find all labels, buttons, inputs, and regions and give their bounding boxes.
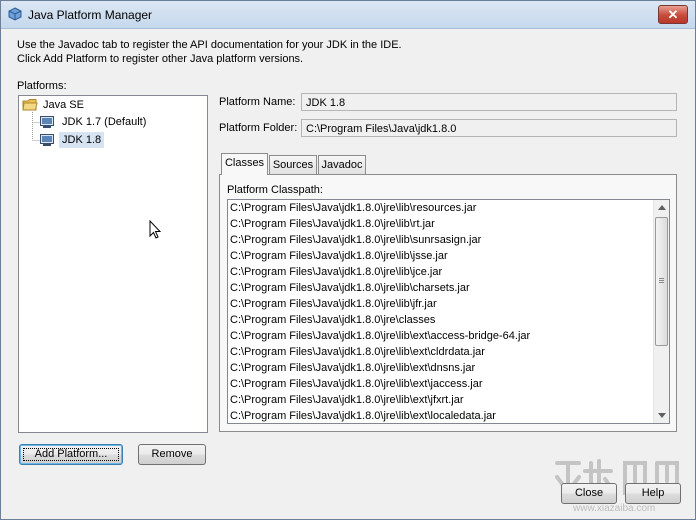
platform-icon [40,116,54,128]
list-item[interactable]: C:\Program Files\Java\jdk1.8.0\jre\lib\r… [230,216,435,232]
tab-classes[interactable]: Classes [221,153,268,175]
platforms-label: Platforms: [17,80,67,92]
tree-item-label: Java SE [43,99,84,111]
mouse-cursor-icon [149,220,162,239]
grip-icon [659,278,664,279]
scroll-down-arrow-icon[interactable] [658,413,666,418]
java-platform-manager-window: Java Platform Manager ✕ Use the Javadoc … [0,0,696,520]
list-item[interactable]: C:\Program Files\Java\jdk1.8.0\jre\class… [230,312,435,328]
list-item[interactable]: C:\Program Files\Java\jdk1.8.0\jre\lib\r… [230,200,476,216]
tree-item-jdk-1-8[interactable]: JDK 1.8 [39,132,105,148]
list-item[interactable]: C:\Program Files\Java\jdk1.8.0\jre\lib\j… [230,264,442,280]
tree-item-label: JDK 1.7 (Default) [62,116,147,128]
list-item[interactable]: C:\Program Files\Java\jdk1.8.0\jre\lib\s… [230,232,481,248]
list-item[interactable]: C:\Program Files\Java\jdk1.8.0\jre\lib\j… [230,296,437,312]
platform-name-label: Platform Name: [219,96,296,108]
platform-icon [40,134,54,146]
folder-icon [22,99,38,111]
window-close-button[interactable]: ✕ [658,5,688,24]
platform-folder-label: Platform Folder: [219,122,298,134]
instruction-line-2: Click Add Platform to register other Jav… [17,53,304,65]
platform-classpath-label: Platform Classpath: [227,184,323,196]
list-item[interactable]: C:\Program Files\Java\jdk1.8.0\jre\lib\c… [230,280,470,296]
title-bar[interactable]: Java Platform Manager ✕ [1,1,695,29]
add-platform-button[interactable]: Add Platform... [19,444,123,465]
platforms-tree[interactable]: Java SE JDK 1.7 (Default) JDK 1.8 [18,95,208,433]
close-button[interactable]: Close [561,483,617,504]
focus-ring [23,448,119,461]
list-item[interactable]: C:\Program Files\Java\jdk1.8.0\jre\lib\e… [230,376,482,392]
scroll-thumb[interactable] [655,217,668,346]
netbeans-cube-icon [8,7,22,21]
list-item[interactable]: C:\Program Files\Java\jdk1.8.0\jre\lib\e… [230,392,464,408]
watermark-text: www.xiazaiba.com [572,503,655,514]
list-item[interactable]: C:\Program Files\Java\jdk1.8.0\jre\lib\e… [230,328,530,344]
tree-item-label-selected: JDK 1.8 [59,132,105,148]
list-item[interactable]: C:\Program Files\Java\jdk1.8.0\jre\lib\e… [230,408,496,423]
tab-sources[interactable]: Sources [269,155,317,174]
remove-button[interactable]: Remove [138,444,206,465]
platform-folder-field[interactable]: C:\Program Files\Java\jdk1.8.0 [301,119,677,137]
list-item[interactable]: C:\Program Files\Java\jdk1.8.0\jre\lib\e… [230,360,475,376]
classpath-scrollbar[interactable] [653,200,669,423]
classpath-list[interactable]: C:\Program Files\Java\jdk1.8.0\jre\lib\r… [227,199,670,424]
platform-name-field[interactable]: JDK 1.8 [301,93,677,111]
close-icon: ✕ [667,7,679,22]
instruction-line-1: Use the Javadoc tab to register the API … [17,39,402,51]
list-item[interactable]: C:\Program Files\Java\jdk1.8.0\jre\lib\j… [230,248,448,264]
help-button[interactable]: Help [625,483,681,504]
tab-javadoc[interactable]: Javadoc [318,155,366,174]
window-title: Java Platform Manager [28,8,153,22]
tree-item-jdk-1-7[interactable]: JDK 1.7 (Default) [39,114,159,130]
scroll-up-arrow-icon[interactable] [658,205,666,210]
list-item[interactable]: C:\Program Files\Java\jdk1.8.0\jre\lib\e… [230,344,485,360]
